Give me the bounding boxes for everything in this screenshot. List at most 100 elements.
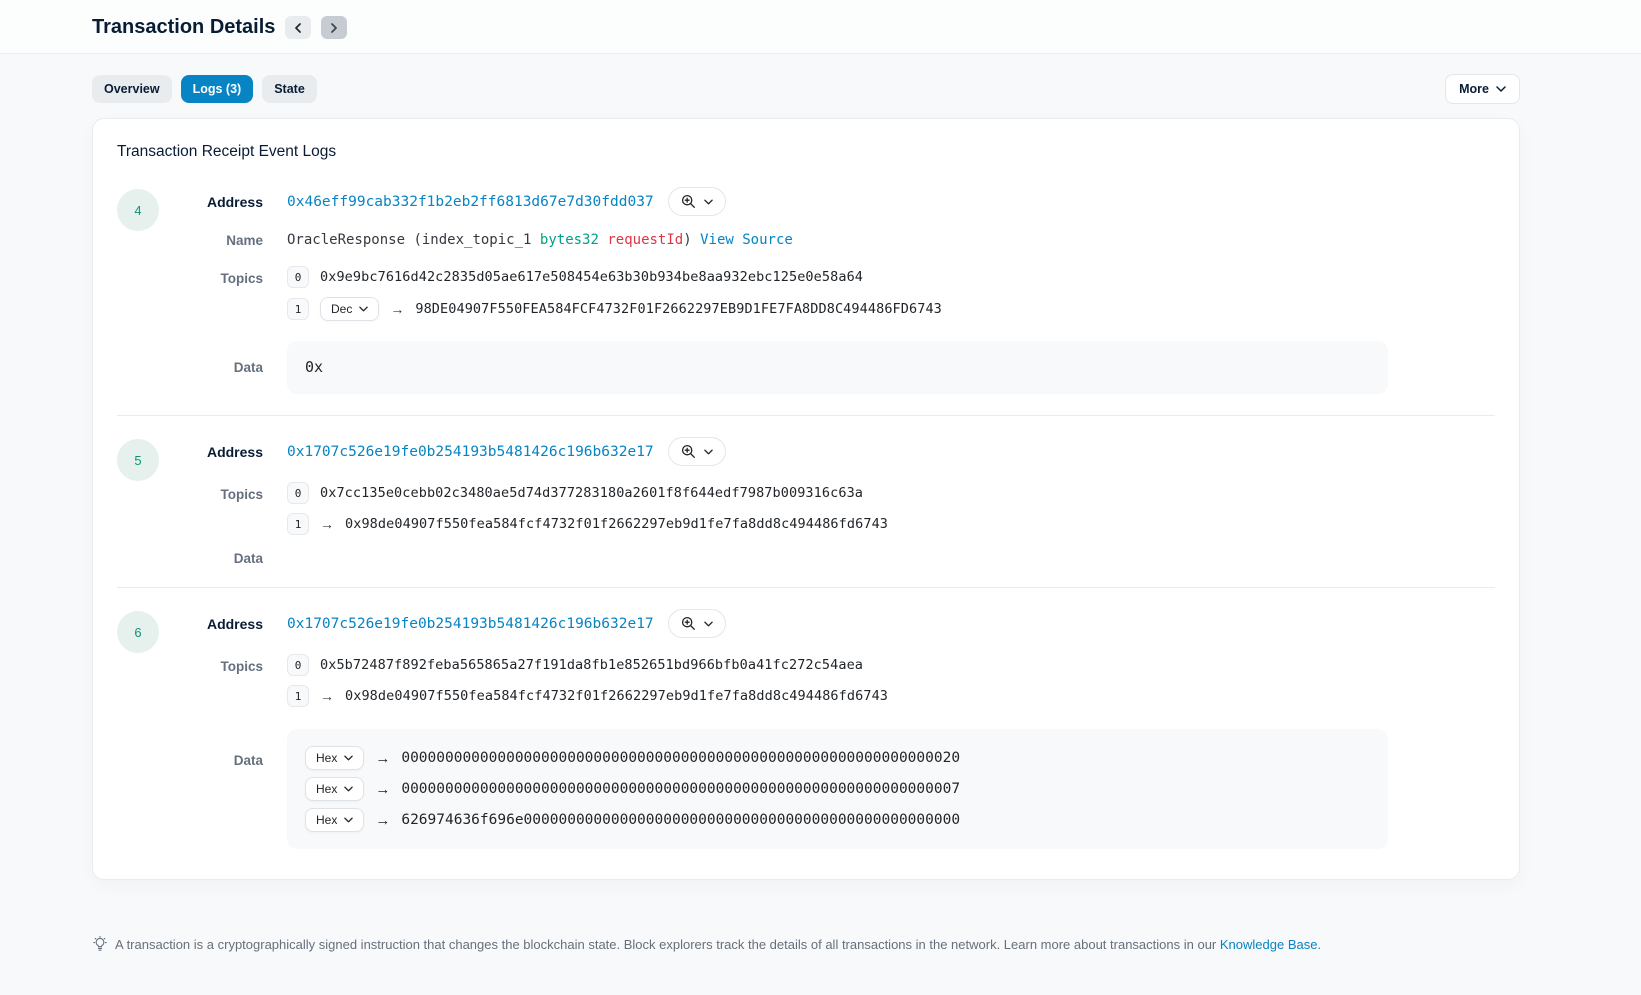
tab-logs[interactable]: Logs (3) bbox=[181, 75, 254, 103]
magnifier-plus-icon bbox=[681, 616, 696, 631]
data-format-select[interactable]: Hex bbox=[305, 746, 364, 770]
chevron-down-icon bbox=[359, 306, 368, 312]
knowledge-base-link[interactable]: Knowledge Base bbox=[1220, 937, 1318, 952]
data-word-value: 0000000000000000000000000000000000000000… bbox=[401, 750, 960, 766]
arrow-right-icon: → bbox=[320, 516, 334, 532]
chevron-left-icon bbox=[294, 23, 302, 33]
address-link[interactable]: 0x46eff99cab332f1b2eb2ff6813d67e7d30fdd0… bbox=[287, 194, 654, 210]
topic-row-1: 1 → 0x98de04907f550fea584fcf4732f01f2662… bbox=[287, 685, 1495, 707]
log-entry-4: 4 Address 0x46eff99cab332f1b2eb2ff6813d6… bbox=[117, 187, 1495, 394]
data-word-row-2: Hex → 626974636f696e00000000000000000000… bbox=[305, 808, 1370, 832]
topics-list: 0 0x9e9bc7616d42c2835d05ae617e508454e63b… bbox=[287, 266, 1495, 321]
arrow-right-icon: → bbox=[390, 301, 404, 317]
chevron-down-icon bbox=[344, 755, 353, 761]
data-word-value: 0000000000000000000000000000000000000000… bbox=[401, 781, 960, 797]
data-format-value: Hex bbox=[316, 751, 337, 765]
data-format-value: Hex bbox=[316, 813, 337, 827]
address-zoom-dropdown[interactable] bbox=[668, 187, 726, 216]
address-zoom-dropdown[interactable] bbox=[668, 437, 726, 466]
address-zoom-dropdown[interactable] bbox=[668, 609, 726, 638]
name-label: Name bbox=[159, 233, 263, 248]
topic-value: 0x5b72487f892feba565865a27f191da8fb1e852… bbox=[320, 657, 863, 673]
data-format-select[interactable]: Hex bbox=[305, 777, 364, 801]
topics-list: 0 0x7cc135e0cebb02c3480ae5d74d377283180a… bbox=[287, 482, 1495, 535]
page-header: Transaction Details bbox=[0, 0, 1641, 54]
topic-format-select[interactable]: Dec bbox=[320, 297, 379, 321]
log-index-badge: 5 bbox=[117, 439, 159, 481]
topic-value: 0x9e9bc7616d42c2835d05ae617e508454e63b30… bbox=[320, 269, 863, 285]
chevron-down-icon bbox=[344, 817, 353, 823]
topics-label: Topics bbox=[159, 266, 263, 286]
event-logs-card: Transaction Receipt Event Logs 4 Address… bbox=[92, 118, 1520, 880]
data-word-row-1: Hex → 0000000000000000000000000000000000… bbox=[305, 777, 1370, 801]
event-pre: (index_topic_1 bbox=[413, 232, 531, 248]
tab-group: Overview Logs (3) State bbox=[92, 75, 317, 103]
tab-overview[interactable]: Overview bbox=[92, 75, 172, 103]
data-format-value: Hex bbox=[316, 782, 337, 796]
page-footer: A transaction is a cryptographically sig… bbox=[92, 936, 1520, 952]
chevron-down-icon bbox=[704, 621, 713, 627]
footer-suffix: . bbox=[1317, 937, 1321, 952]
magnifier-plus-icon bbox=[681, 194, 696, 209]
more-dropdown-button[interactable]: More bbox=[1445, 74, 1520, 104]
topic-row-1: 1 → 0x98de04907f550fea584fcf4732f01f2662… bbox=[287, 513, 1495, 535]
event-method: OracleResponse bbox=[287, 232, 405, 248]
data-format-select[interactable]: Hex bbox=[305, 808, 364, 832]
log-entry-6: 6 Address 0x1707c526e19fe0b254193b548142… bbox=[117, 609, 1495, 849]
event-param-type: bytes32 bbox=[540, 232, 599, 248]
topic-value: 0x98de04907f550fea584fcf4732f01f2662297e… bbox=[345, 688, 888, 704]
address-link[interactable]: 0x1707c526e19fe0b254193b5481426c196b632e… bbox=[287, 444, 654, 460]
topic-index-badge: 1 bbox=[287, 298, 309, 320]
event-param-name: requestId bbox=[607, 232, 683, 248]
data-value: 0x bbox=[305, 358, 323, 376]
magnifier-plus-icon bbox=[681, 444, 696, 459]
page-title: Transaction Details bbox=[92, 16, 275, 39]
topics-label: Topics bbox=[159, 654, 263, 674]
event-signature: OracleResponse (index_topic_1 bytes32 re… bbox=[287, 232, 1495, 248]
data-word-value: 626974636f696e00000000000000000000000000… bbox=[401, 812, 960, 828]
data-word-row-0: Hex → 0000000000000000000000000000000000… bbox=[305, 746, 1370, 770]
address-link[interactable]: 0x1707c526e19fe0b254193b5481426c196b632e… bbox=[287, 616, 654, 632]
topic-index-badge: 1 bbox=[287, 685, 309, 707]
topic-value: 98DE04907F550FEA584FCF4732F01F2662297EB9… bbox=[415, 301, 942, 317]
topic-index-badge: 1 bbox=[287, 513, 309, 535]
card-heading: Transaction Receipt Event Logs bbox=[117, 143, 1495, 161]
topic-index-badge: 0 bbox=[287, 654, 309, 676]
log-entry-5: 5 Address 0x1707c526e19fe0b254193b548142… bbox=[117, 437, 1495, 566]
tab-bar: Overview Logs (3) State More bbox=[92, 74, 1520, 104]
topic-row-1: 1 Dec → 98DE04907F550FEA584FCF4732F01F26… bbox=[287, 297, 1495, 321]
topic-row-0: 0 0x9e9bc7616d42c2835d05ae617e508454e63b… bbox=[287, 266, 1495, 288]
topic-index-badge: 0 bbox=[287, 266, 309, 288]
chevron-down-icon bbox=[704, 449, 713, 455]
data-label: Data bbox=[159, 729, 263, 768]
data-box: Hex → 0000000000000000000000000000000000… bbox=[287, 729, 1388, 849]
data-label: Data bbox=[159, 360, 263, 375]
footer-sentence: A transaction is a cryptographically sig… bbox=[115, 937, 1216, 952]
log-divider bbox=[117, 415, 1495, 416]
data-box: 0x bbox=[287, 341, 1388, 394]
log-divider bbox=[117, 587, 1495, 588]
chevron-down-icon bbox=[704, 199, 713, 205]
next-transaction-button[interactable] bbox=[321, 16, 347, 39]
footer-text: A transaction is a cryptographically sig… bbox=[115, 937, 1321, 952]
address-label: Address bbox=[159, 616, 263, 632]
view-source-link[interactable]: View Source bbox=[700, 232, 793, 248]
topic-index-badge: 0 bbox=[287, 482, 309, 504]
arrow-right-icon: → bbox=[375, 812, 390, 829]
topics-label: Topics bbox=[159, 482, 263, 502]
arrow-right-icon: → bbox=[320, 688, 334, 704]
data-label: Data bbox=[159, 551, 263, 566]
tab-state[interactable]: State bbox=[262, 75, 317, 103]
chevron-down-icon bbox=[344, 786, 353, 792]
previous-transaction-button[interactable] bbox=[285, 16, 311, 39]
topic-format-value: Dec bbox=[331, 302, 352, 316]
chevron-right-icon bbox=[330, 23, 338, 33]
more-label: More bbox=[1459, 82, 1489, 96]
address-label: Address bbox=[159, 194, 263, 210]
log-index-badge: 4 bbox=[117, 189, 159, 231]
topics-list: 0 0x5b72487f892feba565865a27f191da8fb1e8… bbox=[287, 654, 1495, 707]
topic-value: 0x98de04907f550fea584fcf4732f01f2662297e… bbox=[345, 516, 888, 532]
topic-value: 0x7cc135e0cebb02c3480ae5d74d377283180a26… bbox=[320, 485, 863, 501]
arrow-right-icon: → bbox=[375, 781, 390, 798]
log-index-badge: 6 bbox=[117, 611, 159, 653]
